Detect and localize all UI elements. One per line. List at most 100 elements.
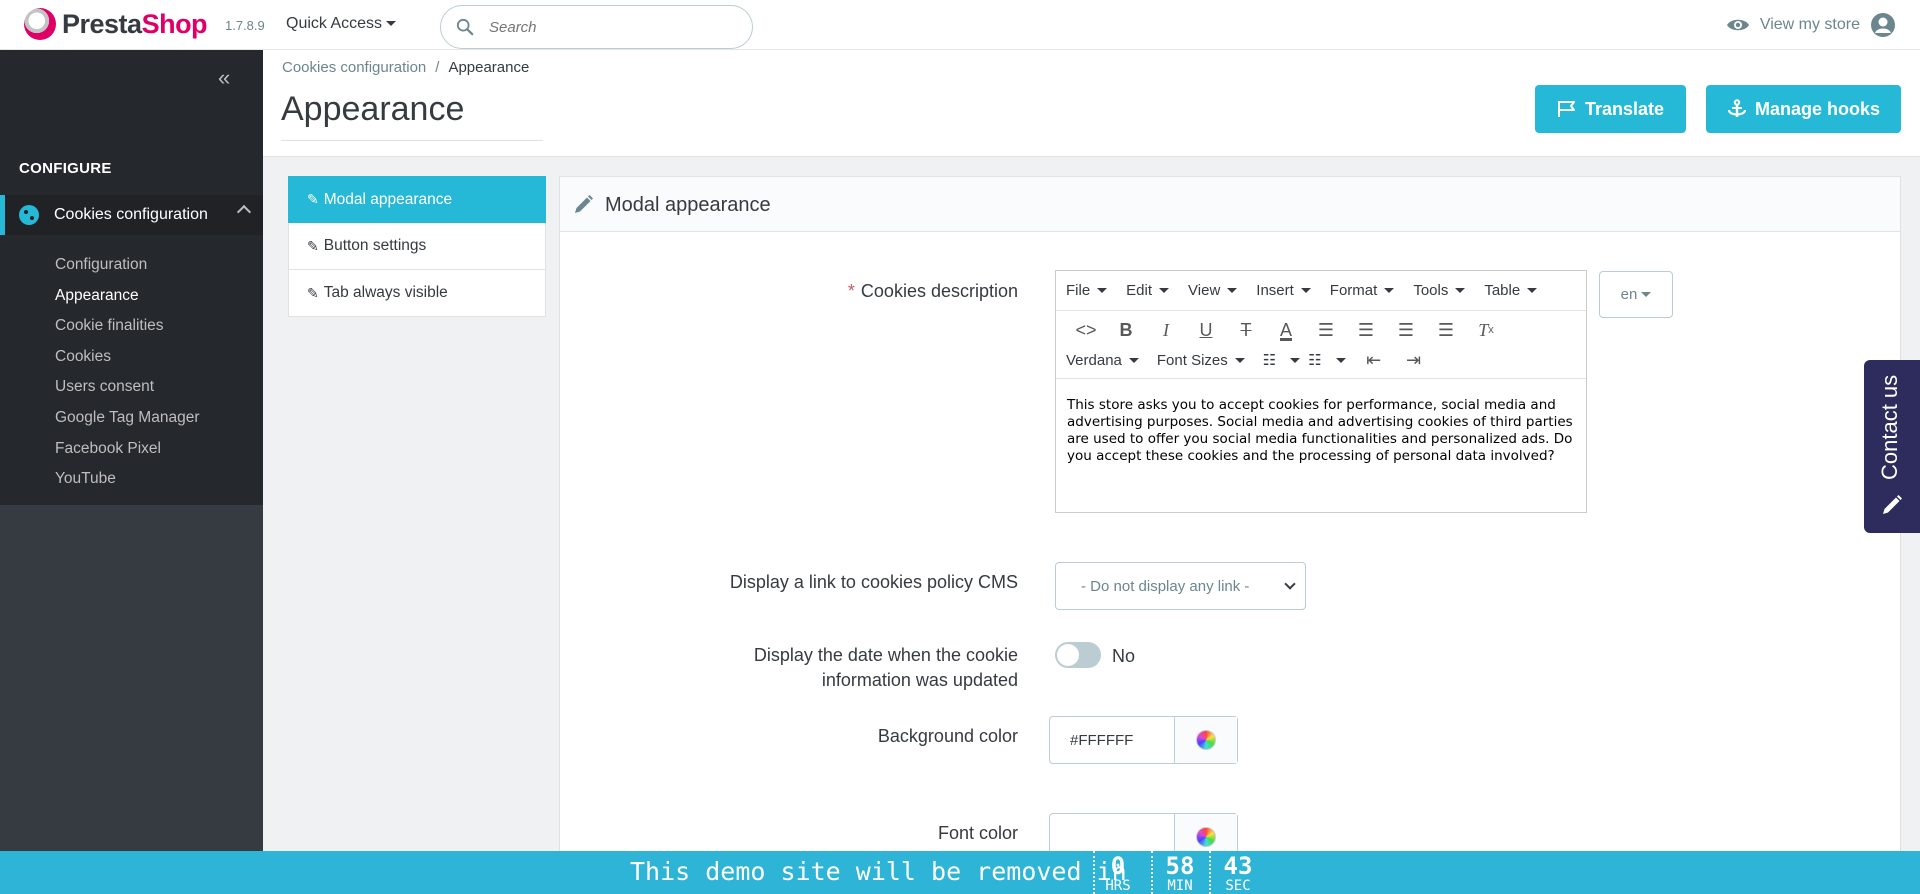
sidebar-item-cookies-configuration[interactable]: Cookies configuration [0,195,263,235]
align-justify-icon[interactable]: ☰ [1426,316,1466,344]
caret-down-icon [1455,288,1466,293]
sidebar-subitem-youtube[interactable]: YouTube [55,467,199,498]
language-dropdown[interactable]: en [1599,271,1673,318]
numbered-list-button[interactable]: ☷ [1308,351,1346,369]
menu-tools[interactable]: Tools [1413,282,1466,299]
menu-insert[interactable]: Insert [1256,282,1311,299]
rich-text-editor: File Edit View Insert Format Tools Table… [1055,270,1587,513]
quick-access-dropdown[interactable]: Quick Access [286,15,397,33]
editor-menubar: File Edit View Insert Format Tools Table [1056,271,1586,311]
prestashop-logo[interactable]: PrestaShop [24,8,208,40]
sidebar-subitem-appearance[interactable]: Appearance [55,284,199,315]
panel-header: Modal appearance [560,177,1900,232]
sidebar-subitem-users-consent[interactable]: Users consent [55,375,199,406]
prestashop-puffin-icon [24,8,56,40]
cookie-icon [19,205,39,225]
tab-label: Button settings [323,237,427,254]
chevron-up-icon [236,204,252,220]
cms-link-label: Display a link to cookies policy CMS [729,572,1018,592]
menu-file[interactable]: File [1066,282,1108,299]
search-icon[interactable] [456,18,474,36]
italic-icon[interactable]: I [1146,316,1186,344]
page-title: Appearance [281,90,465,128]
sidebar: « CONFIGURE Cookies configuration Config… [0,50,263,894]
tab-button-settings[interactable]: ✎ Button settings [288,223,546,270]
tab-modal-appearance[interactable]: ✎ Modal appearance [288,176,546,223]
view-store-link[interactable]: View my store [1726,12,1896,38]
sidebar-subitem-cookie-finalities[interactable]: Cookie finalities [55,314,199,345]
menu-label: View [1188,282,1221,299]
timer-hours-unit: HRS [1105,878,1131,894]
flag-icon [1557,101,1575,117]
cms-link-select[interactable]: - Do not display any link - [1055,562,1306,610]
caret-down-icon [1527,288,1538,293]
collapse-sidebar-icon[interactable]: « [218,65,230,91]
pencil-icon: ✎ [307,237,319,254]
tab-always-visible[interactable]: ✎ Tab always visible [288,270,546,317]
indent-icon[interactable]: ⇥ [1394,346,1434,374]
panel-title: Modal appearance [605,194,771,216]
sidebar-subitem-configuration[interactable]: Configuration [55,253,199,284]
align-left-icon[interactable]: ☰ [1306,316,1346,344]
align-right-icon[interactable]: ☰ [1386,316,1426,344]
update-date-toggle[interactable] [1055,642,1101,668]
required-mark: * [847,281,855,301]
menu-table[interactable]: Table [1484,282,1538,299]
strikethrough-icon[interactable]: T [1226,316,1266,344]
breadcrumb-separator: / [435,59,440,76]
menu-label: Tools [1413,282,1449,299]
translate-button[interactable]: Translate [1535,85,1686,133]
view-store-label: View my store [1759,16,1860,33]
manage-hooks-button[interactable]: Manage hooks [1706,85,1901,133]
timer-minutes-value: 58 [1165,852,1195,880]
background-color-input-group: #FFFFFF [1049,716,1238,764]
chevron-down-icon [1284,578,1296,590]
font-size-select[interactable]: Font Sizes [1157,352,1245,369]
editor-content[interactable]: This store asks you to accept cookies fo… [1067,397,1577,465]
top-header: PrestaShop 1.7.8.9 Quick Access View my … [0,0,1920,50]
breadcrumb-parent-link[interactable]: Cookies configuration [282,59,426,76]
caret-down-icon [1097,288,1108,293]
menu-label: Insert [1256,282,1294,299]
menu-view[interactable]: View [1188,282,1238,299]
menu-edit[interactable]: Edit [1126,282,1170,299]
menu-label: Table [1484,282,1521,299]
contact-us-tab[interactable]: Contact us [1864,360,1920,533]
bold-icon[interactable]: B [1106,316,1146,344]
sidebar-subitem-google-tag-manager[interactable]: Google Tag Manager [55,406,199,437]
underline-icon[interactable]: U [1186,316,1226,344]
cms-link-selected: - Do not display any link - [1081,577,1250,595]
sidebar-subitem-facebook-pixel[interactable]: Facebook Pixel [55,437,199,468]
bullet-list-button[interactable]: ☷ [1263,351,1301,369]
background-color-input[interactable]: #FFFFFF [1050,717,1175,763]
breadcrumb-current: Appearance [448,59,530,76]
timer-seconds: 43 SEC [1209,851,1265,894]
menu-format[interactable]: Format [1330,282,1395,299]
contact-us-label: Contact us [1877,374,1902,480]
align-center-icon[interactable]: ☰ [1346,316,1386,344]
numbered-list-icon: ☷ [1308,352,1322,369]
source-code-icon[interactable]: <> [1066,316,1106,344]
divider [281,140,543,141]
cookies-description-text: Cookies description [860,281,1018,301]
background-color-picker[interactable] [1175,717,1237,763]
user-account-icon[interactable] [1870,12,1896,38]
search-input[interactable] [489,16,739,38]
search-bar [440,5,753,49]
editor-toolbar-row-2: Verdana Font Sizes ☷ ☷ ⇤ ⇥ [1056,345,1586,375]
text-color-icon[interactable]: A [1266,316,1306,344]
timer-hours: 0 HRS [1093,851,1141,894]
background-color-label: Background color [877,726,1018,746]
menu-label: Format [1329,282,1378,299]
divider [1056,378,1586,379]
pencil-icon: ✎ [307,191,319,207]
timer-minutes: 58 MIN [1151,851,1207,894]
font-family-select[interactable]: Verdana [1066,352,1139,369]
outdent-icon[interactable]: ⇤ [1354,346,1394,374]
caret-down-icon [1290,357,1301,363]
clear-formatting-icon[interactable]: Tx [1466,316,1506,344]
tab-label: Modal appearance [323,190,453,208]
sidebar-subitem-cookies[interactable]: Cookies [55,345,199,376]
update-date-toggle-label: No [1112,646,1136,666]
logo-text-presta: Presta [62,8,142,39]
